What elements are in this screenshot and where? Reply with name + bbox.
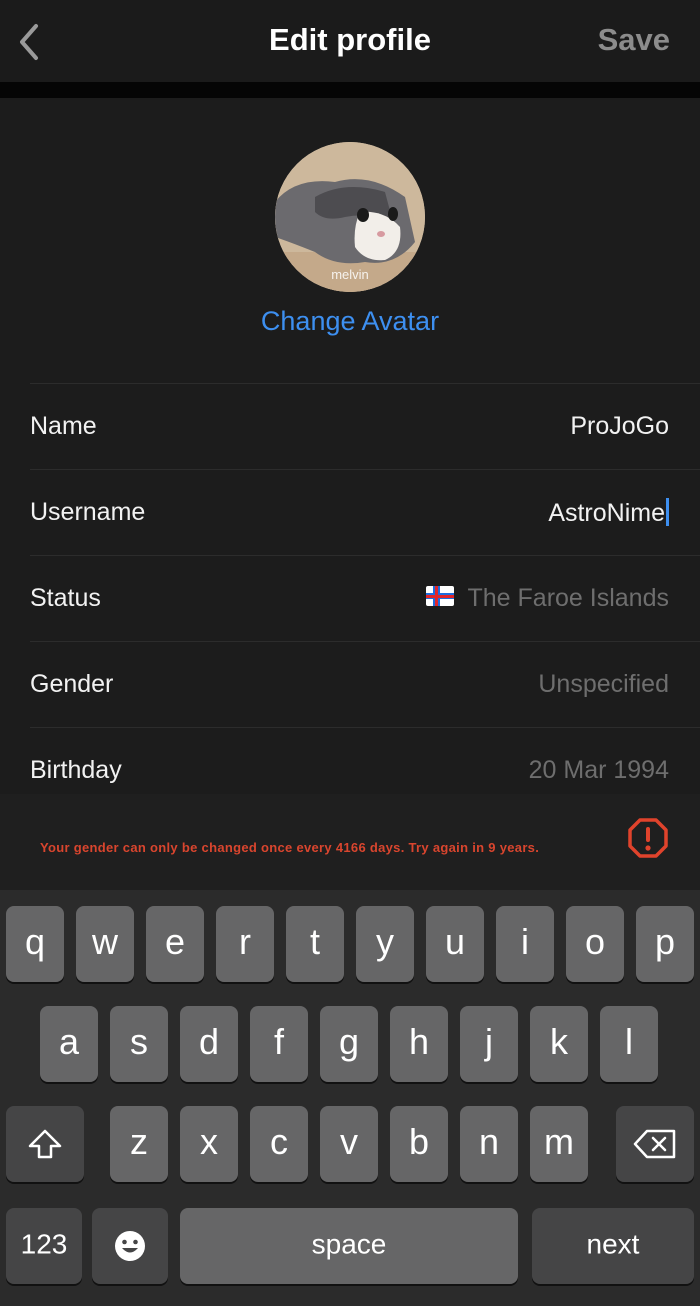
- username-value: AstroNime: [548, 499, 665, 527]
- avatar-watermark: melvin: [331, 267, 369, 282]
- key-y[interactable]: y: [356, 906, 414, 982]
- key-e[interactable]: e: [146, 906, 204, 982]
- key-z[interactable]: z: [110, 1106, 168, 1182]
- key-q[interactable]: q: [6, 906, 64, 982]
- key-t[interactable]: t: [286, 906, 344, 982]
- key-n[interactable]: n: [460, 1106, 518, 1182]
- numbers-key[interactable]: 123: [6, 1208, 82, 1284]
- keyboard: q w e r t y u i o p a s d f g h j k l z …: [0, 890, 700, 1306]
- username-label: Username: [30, 498, 146, 526]
- faroe-islands-flag-icon: [425, 586, 454, 606]
- name-label: Name: [30, 412, 97, 440]
- save-button[interactable]: Save: [598, 22, 670, 58]
- emoji-key[interactable]: [92, 1208, 168, 1284]
- key-r[interactable]: r: [216, 906, 274, 982]
- space-key[interactable]: space: [180, 1208, 518, 1284]
- key-m[interactable]: m: [530, 1106, 588, 1182]
- status-label: Status: [30, 584, 101, 612]
- shift-key[interactable]: [6, 1106, 84, 1182]
- navigation-bar: Edit profile Save: [0, 0, 700, 82]
- status-row[interactable]: Status The Faroe Islands: [30, 555, 700, 641]
- key-c[interactable]: c: [250, 1106, 308, 1182]
- gender-label: Gender: [30, 670, 114, 698]
- toast-message: Your gender can only be changed once eve…: [40, 840, 540, 855]
- key-w[interactable]: w: [76, 906, 134, 982]
- key-i[interactable]: i: [496, 906, 554, 982]
- key-a[interactable]: a: [40, 1006, 98, 1082]
- page-title: Edit profile: [269, 22, 431, 57]
- key-v[interactable]: v: [320, 1106, 378, 1182]
- key-g[interactable]: g: [320, 1006, 378, 1082]
- username-row[interactable]: Username AstroNime: [30, 469, 700, 555]
- backspace-key[interactable]: [616, 1106, 694, 1182]
- avatar[interactable]: melvin: [275, 142, 425, 292]
- key-o[interactable]: o: [566, 906, 624, 982]
- username-field[interactable]: AstroNime: [548, 498, 669, 528]
- key-x[interactable]: x: [180, 1106, 238, 1182]
- key-k[interactable]: k: [530, 1006, 588, 1082]
- birthday-label: Birthday: [30, 756, 122, 784]
- key-j[interactable]: j: [460, 1006, 518, 1082]
- key-f[interactable]: f: [250, 1006, 308, 1082]
- name-row[interactable]: Name ProJoGo: [30, 383, 700, 469]
- shift-arrow-icon: [28, 1129, 62, 1159]
- status-value: The Faroe Islands: [467, 584, 670, 612]
- gender-field[interactable]: Unspecified: [538, 670, 669, 699]
- emoji-smiley-icon: [115, 1231, 145, 1261]
- key-u[interactable]: u: [426, 906, 484, 982]
- key-l[interactable]: l: [600, 1006, 658, 1082]
- header-divider: [0, 82, 700, 98]
- next-key[interactable]: next: [532, 1208, 694, 1284]
- key-d[interactable]: d: [180, 1006, 238, 1082]
- status-field[interactable]: The Faroe Islands: [425, 584, 670, 613]
- key-h[interactable]: h: [390, 1006, 448, 1082]
- change-avatar-button[interactable]: Change Avatar: [0, 306, 700, 337]
- birthday-field[interactable]: 20 Mar 1994: [529, 756, 669, 785]
- profile-form: melvin Change Avatar Name ProJoGo Userna…: [0, 98, 700, 794]
- gender-row[interactable]: Gender Unspecified: [30, 641, 700, 727]
- key-b[interactable]: b: [390, 1106, 448, 1182]
- key-s[interactable]: s: [110, 1006, 168, 1082]
- backspace-icon: [633, 1129, 676, 1159]
- warning-octagon-icon: [627, 817, 669, 859]
- text-cursor: [666, 498, 669, 526]
- error-toast: Your gender can only be changed once eve…: [0, 794, 700, 890]
- key-p[interactable]: p: [636, 906, 694, 982]
- name-field[interactable]: ProJoGo: [570, 412, 669, 441]
